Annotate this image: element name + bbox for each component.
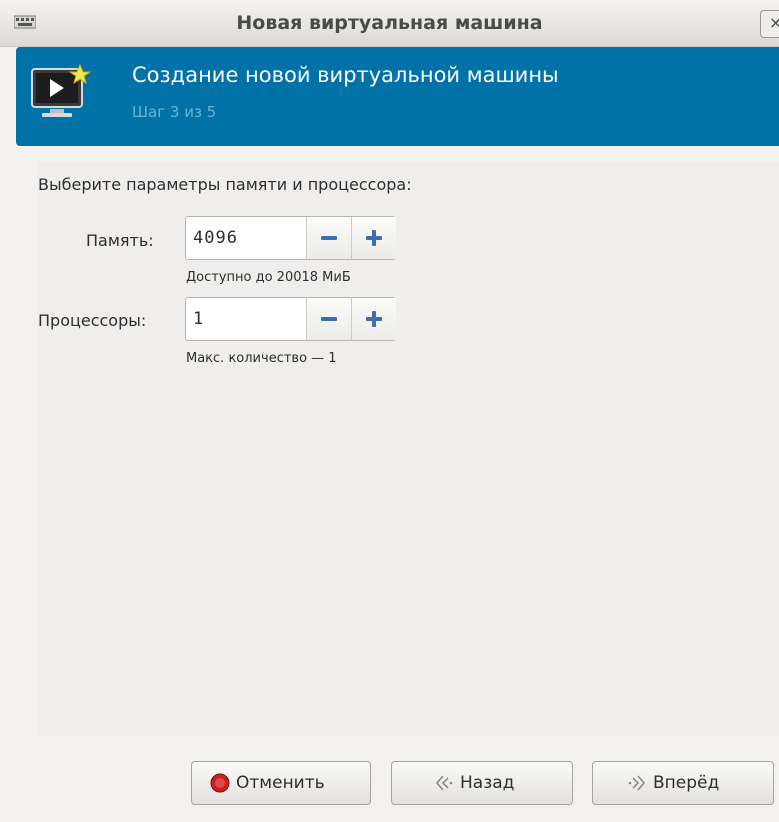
forward-button[interactable]: Вперёд (592, 761, 774, 805)
cpus-hint: Макс. количество — 1 (186, 351, 337, 366)
minus-icon (321, 236, 337, 240)
back-button[interactable]: Назад (391, 761, 573, 805)
back-label: Назад (460, 773, 515, 793)
memory-label: Память: (86, 231, 154, 250)
cpus-label: Процессоры: (38, 311, 147, 330)
close-icon: × (769, 13, 779, 32)
plus-icon (366, 230, 382, 246)
memory-spinbox (185, 216, 396, 260)
section-prompt: Выберите параметры памяти и процессора: (38, 175, 412, 194)
forward-arrow-icon (628, 775, 646, 791)
stop-icon (210, 773, 230, 793)
memory-increment-button[interactable] (351, 217, 396, 259)
back-arrow-icon (435, 775, 453, 791)
cpus-input[interactable] (186, 298, 306, 340)
plus-icon (366, 311, 382, 327)
window-title: Новая виртуальная машина (236, 12, 543, 34)
memory-decrement-button[interactable] (306, 217, 351, 259)
cpus-increment-button[interactable] (351, 298, 396, 340)
vm-monitor-new-icon (30, 63, 92, 121)
cpus-decrement-button[interactable] (306, 298, 351, 340)
cpus-spinbox (185, 297, 396, 341)
memory-hint: Доступно до 20018 МиБ (186, 270, 351, 285)
minus-icon (321, 317, 337, 321)
wizard-header: Создание новой виртуальной машины Шаг 3 … (16, 47, 779, 146)
cancel-button[interactable]: Отменить (191, 761, 371, 805)
forward-label: Вперёд (653, 773, 720, 793)
wizard-step: Шаг 3 из 5 (132, 103, 217, 121)
wizard-title: Создание новой виртуальной машины (132, 63, 559, 87)
cancel-label: Отменить (236, 773, 325, 793)
memory-input[interactable] (186, 217, 306, 259)
close-button[interactable]: × (760, 10, 779, 38)
window-titlebar[interactable]: Новая виртуальная машина × (0, 0, 779, 47)
